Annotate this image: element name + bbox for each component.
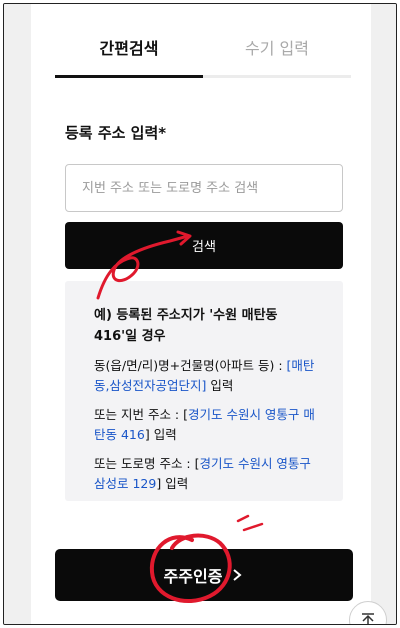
chevron-right-icon	[233, 569, 242, 581]
right-gutter	[369, 4, 396, 624]
shareholder-auth-button[interactable]: 주주인증	[55, 549, 353, 601]
address-search-input[interactable]	[65, 164, 343, 212]
arrow-up-to-top-icon	[362, 613, 374, 624]
app-frame: 간편검색 수기 입력 등록 주소 입력* 검색 예) 등록된 주소지가 '수원 …	[3, 3, 397, 625]
search-button[interactable]: 검색	[65, 222, 343, 269]
example-road: 또는 도로명 주소 : [경기도 수원시 영통구 삼성로 129] 입력	[94, 456, 311, 491]
address-example-box: 예) 등록된 주소지가 '수원 매탄동 416'일 경우 동(읍/면/리)명+건…	[65, 281, 343, 501]
search-mode-tabs: 간편검색 수기 입력	[55, 34, 351, 78]
content-panel: 간편검색 수기 입력 등록 주소 입력* 검색 예) 등록된 주소지가 '수원 …	[31, 4, 371, 624]
auth-button-label: 주주인증	[163, 567, 223, 586]
tab-simple-search[interactable]: 간편검색	[55, 34, 203, 78]
example-jibun: 또는 지번 주소 : [경기도 수원시 영통구 매탄동 416] 입력	[94, 407, 315, 442]
left-gutter	[4, 4, 31, 624]
tab-manual-input[interactable]: 수기 입력	[203, 34, 351, 78]
example-title: 예) 등록된 주소지가 '수원 매탄동 416'일 경우	[94, 308, 278, 344]
address-label: 등록 주소 입력*	[65, 124, 167, 142]
example-dong-building: 동(읍/면/리)명+건물명(아파트 등) : [매탄동,삼성전자공업단지] 입력	[94, 358, 315, 393]
